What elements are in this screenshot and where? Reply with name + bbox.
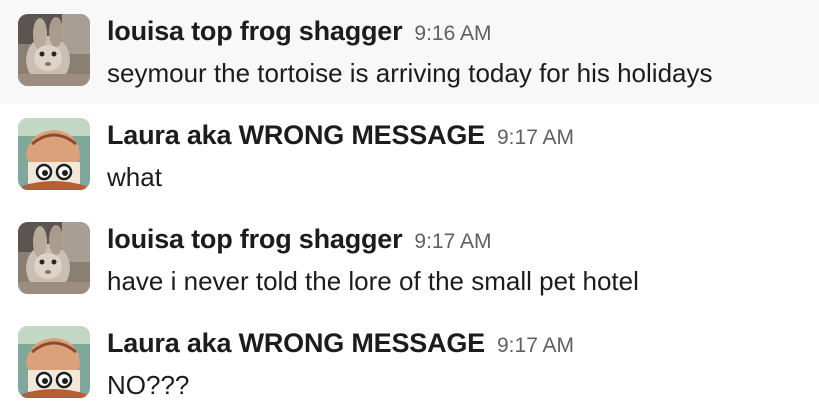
message-feed: louisa top frog shagger 9:16 AM seymour t… [0, 0, 819, 416]
message-text: what [107, 162, 162, 192]
message-item[interactable]: Laura aka WRONG MESSAGE 9:17 AM what [0, 104, 819, 208]
cartoon-avatar-image [18, 118, 90, 190]
timestamp[interactable]: 9:17 AM [414, 230, 491, 253]
timestamp[interactable]: 9:17 AM [497, 126, 574, 149]
author-name[interactable]: Laura aka WRONG MESSAGE [107, 328, 485, 358]
rabbit-avatar[interactable] [18, 14, 90, 86]
cartoon-avatar[interactable] [18, 326, 90, 398]
cartoon-avatar[interactable] [18, 118, 90, 190]
author-name[interactable]: Laura aka WRONG MESSAGE [107, 120, 485, 150]
message-item[interactable]: louisa top frog shagger 9:16 AM seymour t… [0, 0, 819, 104]
author-name[interactable]: louisa top frog shagger [107, 224, 403, 254]
cartoon-avatar-image [18, 326, 90, 398]
message-text: have i never told the lore of the small … [107, 266, 639, 296]
message-header: Laura aka WRONG MESSAGE 9:17 AM [107, 118, 574, 152]
author-name[interactable]: louisa top frog shagger [107, 16, 403, 46]
timestamp[interactable]: 9:17 AM [497, 334, 574, 357]
rabbit-avatar-image [18, 14, 90, 86]
message-header: Laura aka WRONG MESSAGE 9:17 AM [107, 326, 574, 360]
timestamp[interactable]: 9:16 AM [414, 22, 491, 45]
message-item[interactable]: louisa top frog shagger 9:17 AM have i ne… [0, 208, 819, 312]
message-header: louisa top frog shagger 9:17 AM [107, 222, 491, 256]
message-header: louisa top frog shagger 9:16 AM [107, 14, 491, 48]
message-text: seymour the tortoise is arriving today f… [107, 58, 713, 88]
message-text: NO??? [107, 370, 190, 400]
rabbit-avatar-image [18, 222, 90, 294]
message-item[interactable]: Laura aka WRONG MESSAGE 9:17 AM NO??? [0, 312, 819, 416]
rabbit-avatar[interactable] [18, 222, 90, 294]
